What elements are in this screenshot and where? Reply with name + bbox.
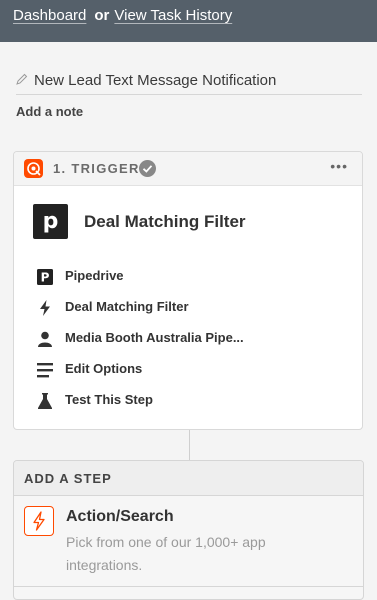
step-item-test[interactable]: Test This Step bbox=[34, 390, 354, 412]
step-item-edit-options[interactable]: Edit Options bbox=[34, 359, 354, 381]
add-note-link[interactable]: Add a note bbox=[16, 104, 83, 119]
action-search-title: Action/Search bbox=[66, 508, 174, 525]
zap-name: New Lead Text Message Notification bbox=[34, 72, 277, 89]
check-circle-icon bbox=[139, 160, 156, 177]
add-step-title: ADD A STEP bbox=[24, 471, 112, 486]
or-text: or bbox=[94, 7, 110, 24]
action-search-description: Pick from one of our 1,000+ app integrat… bbox=[66, 534, 266, 573]
add-step-header: ADD A STEP bbox=[14, 461, 363, 496]
top-bar: Dashboard or View Task History bbox=[0, 0, 377, 42]
zap-name-field[interactable]: New Lead Text Message Notification bbox=[16, 70, 362, 95]
trigger-card: 1. TRIGGER ••• p Deal Matching Filter P … bbox=[13, 151, 363, 430]
step-item-app[interactable]: P Pipedrive bbox=[34, 266, 354, 288]
action-search-option[interactable]: Action/Search Pick from one of our 1,000… bbox=[14, 496, 363, 588]
step-item-label: Media Booth Australia Pipe... bbox=[65, 330, 244, 345]
step-title: Deal Matching Filter bbox=[84, 212, 246, 231]
top-bar-links: Dashboard or View Task History bbox=[13, 7, 232, 24]
lines-icon bbox=[37, 363, 53, 378]
person-icon bbox=[38, 331, 52, 347]
action-bolt-icon bbox=[24, 506, 54, 536]
step-item-account[interactable]: Media Booth Australia Pipe... bbox=[34, 328, 354, 350]
flask-icon bbox=[38, 393, 52, 409]
pencil-icon bbox=[16, 73, 28, 85]
step-connector-line bbox=[189, 430, 190, 460]
divider bbox=[14, 586, 363, 587]
more-options-icon[interactable]: ••• bbox=[330, 158, 348, 174]
step-item-label: Deal Matching Filter bbox=[65, 299, 189, 314]
zapier-trigger-icon bbox=[24, 159, 43, 178]
step-item-trigger-event[interactable]: Deal Matching Filter bbox=[34, 297, 354, 319]
bolt-icon bbox=[40, 300, 50, 316]
step-item-label: Test This Step bbox=[65, 392, 153, 407]
pipedrive-logo-icon: P bbox=[37, 269, 53, 285]
trigger-header[interactable]: 1. TRIGGER ••• bbox=[14, 152, 362, 186]
pipedrive-logo: p bbox=[33, 204, 68, 239]
step-item-label: Pipedrive bbox=[65, 268, 124, 283]
svg-text:P: P bbox=[41, 271, 50, 285]
trigger-label: 1. TRIGGER bbox=[53, 161, 140, 176]
add-step-card: ADD A STEP Action/Search Pick from one o… bbox=[13, 460, 364, 600]
view-task-history-link[interactable]: View Task History bbox=[114, 7, 232, 24]
step-item-label: Edit Options bbox=[65, 361, 143, 376]
dashboard-link[interactable]: Dashboard bbox=[13, 7, 86, 24]
